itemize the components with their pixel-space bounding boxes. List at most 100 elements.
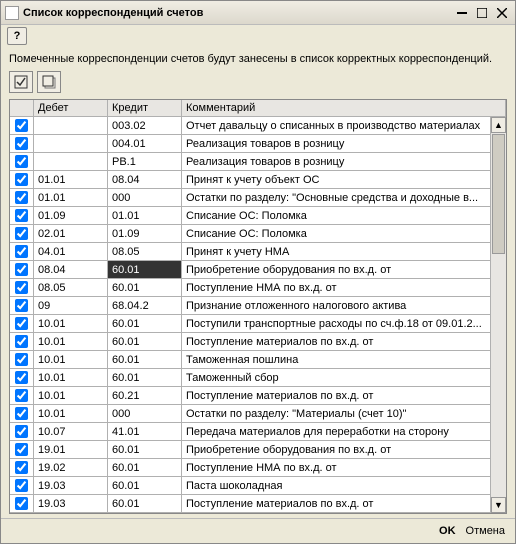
header-kredit[interactable]: Кредит — [108, 100, 182, 116]
cell-comment[interactable]: Остатки по разделу: "Материалы (счет 10)… — [182, 405, 506, 422]
cell-kredit[interactable]: 01.09 — [108, 225, 182, 242]
cell-kredit[interactable]: 60.01 — [108, 279, 182, 296]
vertical-scrollbar[interactable]: ▲ ▼ — [490, 117, 506, 513]
row-checkbox[interactable] — [10, 261, 34, 278]
row-checkbox[interactable] — [10, 189, 34, 206]
table-row[interactable]: 10.0160.01Таможенная пошлина — [10, 351, 506, 369]
ok-button[interactable]: OK — [439, 525, 456, 537]
cell-debet[interactable] — [34, 153, 108, 170]
cell-kredit[interactable]: 000 — [108, 405, 182, 422]
close-button[interactable] — [493, 5, 511, 21]
row-checkbox[interactable] — [10, 279, 34, 296]
cell-debet[interactable]: 01.09 — [34, 207, 108, 224]
table-row[interactable]: 01.0108.04Принят к учету объект ОС — [10, 171, 506, 189]
row-checkbox[interactable] — [10, 441, 34, 458]
cell-comment[interactable]: Реализация товаров в розницу — [182, 153, 506, 170]
scroll-down-button[interactable]: ▼ — [491, 497, 506, 513]
cell-debet[interactable] — [34, 135, 108, 152]
cell-debet[interactable]: 01.01 — [34, 189, 108, 206]
cell-kredit[interactable]: 60.21 — [108, 387, 182, 404]
cell-kredit[interactable]: РВ.1 — [108, 153, 182, 170]
cell-kredit[interactable]: 004.01 — [108, 135, 182, 152]
uncheck-all-button[interactable] — [37, 71, 61, 93]
row-checkbox[interactable] — [10, 153, 34, 170]
cell-debet[interactable]: 19.03 — [34, 477, 108, 494]
cell-kredit[interactable]: 60.01 — [108, 333, 182, 350]
cell-debet[interactable]: 19.03 — [34, 495, 108, 512]
cell-comment[interactable]: Передача материалов для переработки на с… — [182, 423, 506, 440]
row-checkbox[interactable] — [10, 297, 34, 314]
row-checkbox[interactable] — [10, 225, 34, 242]
cell-kredit[interactable]: 60.01 — [108, 459, 182, 476]
row-checkbox[interactable] — [10, 315, 34, 332]
cell-debet[interactable]: 08.05 — [34, 279, 108, 296]
cell-comment[interactable]: Поступление НМА по вх.д. от — [182, 459, 506, 476]
row-checkbox[interactable] — [10, 423, 34, 440]
row-checkbox[interactable] — [10, 351, 34, 368]
header-debet[interactable]: Дебет — [34, 100, 108, 116]
cell-debet[interactable]: 10.01 — [34, 405, 108, 422]
table-row[interactable]: 01.0901.01Списание ОС: Поломка — [10, 207, 506, 225]
cancel-button[interactable]: Отмена — [466, 525, 505, 537]
cell-kredit[interactable]: 60.01 — [108, 315, 182, 332]
row-checkbox[interactable] — [10, 117, 34, 134]
row-checkbox[interactable] — [10, 333, 34, 350]
cell-kredit[interactable]: 68.04.2 — [108, 297, 182, 314]
check-all-button[interactable] — [9, 71, 33, 93]
table-row[interactable]: 04.0108.05Принят к учету НМА — [10, 243, 506, 261]
scroll-up-button[interactable]: ▲ — [491, 117, 506, 133]
cell-comment[interactable]: Паста шоколадная — [182, 477, 506, 494]
cell-comment[interactable]: Принят к учету НМА — [182, 243, 506, 260]
row-checkbox[interactable] — [10, 405, 34, 422]
cell-debet[interactable]: 10.07 — [34, 423, 108, 440]
cell-kredit[interactable]: 60.01 — [108, 261, 182, 278]
row-checkbox[interactable] — [10, 171, 34, 188]
cell-debet[interactable]: 19.02 — [34, 459, 108, 476]
row-checkbox[interactable] — [10, 135, 34, 152]
table-row[interactable]: 02.0101.09Списание ОС: Поломка — [10, 225, 506, 243]
cell-kredit[interactable]: 60.01 — [108, 441, 182, 458]
cell-kredit[interactable]: 08.04 — [108, 171, 182, 188]
cell-debet[interactable]: 04.01 — [34, 243, 108, 260]
cell-debet[interactable]: 08.04 — [34, 261, 108, 278]
cell-kredit[interactable]: 01.01 — [108, 207, 182, 224]
table-row[interactable]: 19.0360.01Паста шоколадная — [10, 477, 506, 495]
table-row[interactable]: 19.0260.01Поступление НМА по вх.д. от — [10, 459, 506, 477]
cell-comment[interactable]: Поступили транспортные расходы по сч.ф.1… — [182, 315, 506, 332]
cell-kredit[interactable]: 08.05 — [108, 243, 182, 260]
table-row[interactable]: 01.01000Остатки по разделу: "Основные ср… — [10, 189, 506, 207]
row-checkbox[interactable] — [10, 207, 34, 224]
cell-debet[interactable]: 01.01 — [34, 171, 108, 188]
row-checkbox[interactable] — [10, 387, 34, 404]
cell-comment[interactable]: Таможенная пошлина — [182, 351, 506, 368]
cell-comment[interactable]: Принят к учету объект ОС — [182, 171, 506, 188]
scroll-thumb[interactable] — [492, 134, 505, 254]
cell-debet[interactable]: 10.01 — [34, 387, 108, 404]
cell-kredit[interactable]: 000 — [108, 189, 182, 206]
table-row[interactable]: 10.0160.01Поступление материалов по вх.д… — [10, 333, 506, 351]
cell-comment[interactable]: Поступление НМА по вх.д. от — [182, 279, 506, 296]
header-comment[interactable]: Комментарий — [182, 100, 506, 116]
table-row[interactable]: 19.0360.01Поступление материалов по вх.д… — [10, 495, 506, 513]
header-checkbox[interactable] — [10, 100, 34, 116]
row-checkbox[interactable] — [10, 459, 34, 476]
cell-comment[interactable]: Поступление материалов по вх.д. от — [182, 333, 506, 350]
cell-kredit[interactable]: 60.01 — [108, 477, 182, 494]
cell-comment[interactable]: Таможенный сбор — [182, 369, 506, 386]
table-row[interactable]: 10.01000Остатки по разделу: "Материалы (… — [10, 405, 506, 423]
cell-comment[interactable]: Списание ОС: Поломка — [182, 225, 506, 242]
table-row[interactable]: 004.01Реализация товаров в розницу — [10, 135, 506, 153]
cell-kredit[interactable]: 41.01 — [108, 423, 182, 440]
cell-debet[interactable]: 10.01 — [34, 369, 108, 386]
table-row[interactable]: 10.0160.21Поступление материалов по вх.д… — [10, 387, 506, 405]
row-checkbox[interactable] — [10, 477, 34, 494]
table-row[interactable]: РВ.1Реализация товаров в розницу — [10, 153, 506, 171]
table-row[interactable]: 10.0741.01Передача материалов для перера… — [10, 423, 506, 441]
cell-kredit[interactable]: 60.01 — [108, 369, 182, 386]
cell-comment[interactable]: Реализация товаров в розницу — [182, 135, 506, 152]
help-button[interactable]: ? — [7, 27, 27, 45]
cell-comment[interactable]: Признание отложенного налогового актива — [182, 297, 506, 314]
cell-debet[interactable] — [34, 117, 108, 134]
cell-kredit[interactable]: 60.01 — [108, 495, 182, 512]
row-checkbox[interactable] — [10, 369, 34, 386]
